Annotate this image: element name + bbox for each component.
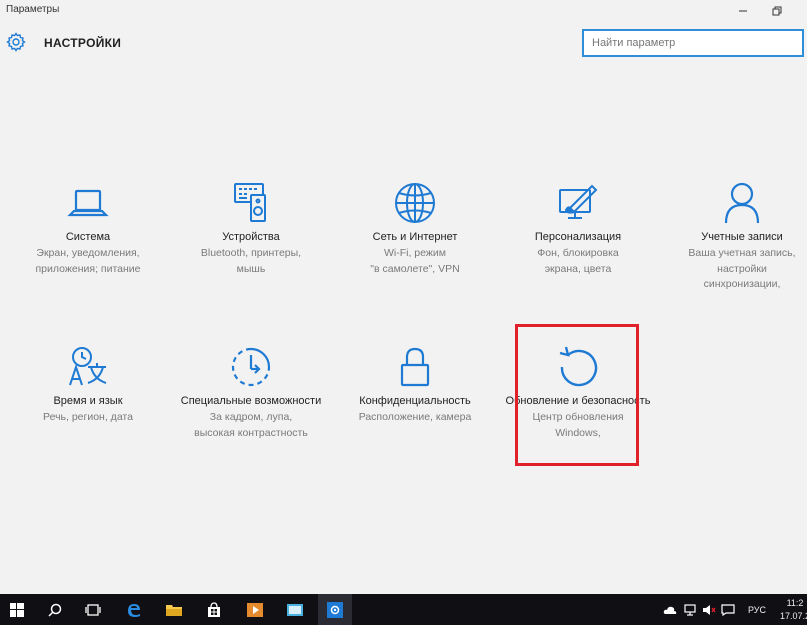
clock-date: 17.07.2 [780,611,807,621]
lock-icon [400,347,430,387]
title-bar: Параметры [0,0,807,22]
settings-button[interactable] [318,594,352,625]
tile-description: Bluetooth, принтеры, мышь [200,246,302,275]
volume-icon [703,604,716,615]
tile-description: Речь, регион, дата [43,410,133,423]
tile-time-language[interactable]: Время и язык Речь, регион, дата [13,344,163,426]
tile-label: Специальные возможности [180,395,322,407]
tile-privacy[interactable]: Конфиденциальность Расположение, камера [340,344,490,426]
time-language-icon [69,347,107,386]
network-tray[interactable] [682,594,698,625]
page-title: НАСТРОЙКИ [44,36,122,50]
highlight-frame [515,324,639,466]
edge-icon [128,603,140,617]
devices-icon [234,183,266,222]
task-view-icon [85,603,101,616]
tile-label: Устройства [222,231,280,243]
minimize-icon [739,10,747,12]
personalization-icon [559,184,598,219]
search-button[interactable] [38,594,72,625]
tile-network[interactable]: Сеть и Интернет Wi-Fi, режим "в самолете… [340,180,490,277]
message-tray[interactable] [720,594,736,625]
tile-label: Сеть и Интернет [372,231,458,243]
tile-description: За кадром, лупа, высокая контрастность [194,410,308,439]
tile-label: Конфиденциальность [359,395,471,407]
onedrive-tray[interactable] [662,594,678,625]
message-icon [721,603,735,616]
laptop-icon [67,189,109,217]
tile-description: Экран, уведомления, приложения; питание [35,246,141,275]
store-button[interactable] [197,594,231,625]
media-icon [247,602,263,617]
tile-label: Время и язык [53,395,123,407]
search-input[interactable] [582,29,804,57]
language-label: РУС [747,604,767,615]
tile-description: Wi-Fi, режим "в самолете", VPN [370,246,460,275]
start-button[interactable] [0,594,34,625]
file-explorer-icon [166,604,182,616]
tile-description: Фон, блокировка экрана, цвета [537,246,619,275]
taskbar: РУС 11:2 17.07.2 [0,594,807,625]
tile-accounts[interactable]: Учетные записи Ваша учетная запись, наст… [667,180,807,293]
store-icon [208,601,220,617]
file-explorer-button[interactable] [157,594,191,625]
tile-description: Ваша учетная запись, настройки синхрониз… [688,246,796,291]
search-icon [48,603,62,617]
tile-label: Учетные записи [701,231,783,243]
globe-icon [395,183,435,223]
clock[interactable]: 11:2 17.07.2 [780,597,807,623]
settings-icon [327,601,343,618]
person-icon [724,182,760,224]
ease-of-access-icon [231,347,271,387]
minimize-button[interactable] [728,1,758,21]
media-button[interactable] [238,594,272,625]
tile-label: Система [65,231,111,243]
tile-devices[interactable]: Устройства Bluetooth, принтеры, мышь [176,180,326,277]
gear-icon [6,32,26,52]
window-title: Параметры [6,4,60,15]
volume-tray[interactable] [701,594,717,625]
restore-button[interactable] [762,1,792,21]
tile-label: Персонализация [534,231,622,243]
tile-personalization[interactable]: Персонализация Фон, блокировка экрана, ц… [503,180,653,277]
tile-ease-of-access[interactable]: Специальные возможности За кадром, лупа,… [176,344,326,441]
start-icon [10,602,24,617]
restore-icon [772,6,782,16]
clock-time: 11:2 [786,598,804,608]
page-header: НАСТРОЙКИ [0,28,807,62]
task-view-button[interactable] [76,594,110,625]
network-icon [684,603,696,616]
photos-icon [287,603,303,616]
language-indicator[interactable]: РУС [742,594,772,625]
photos-button[interactable] [278,594,312,625]
tile-description: Расположение, камера [358,410,472,423]
tile-system[interactable]: Система Экран, уведомления, приложения; … [13,180,163,277]
edge-button[interactable] [117,594,151,625]
onedrive-icon [663,606,677,614]
